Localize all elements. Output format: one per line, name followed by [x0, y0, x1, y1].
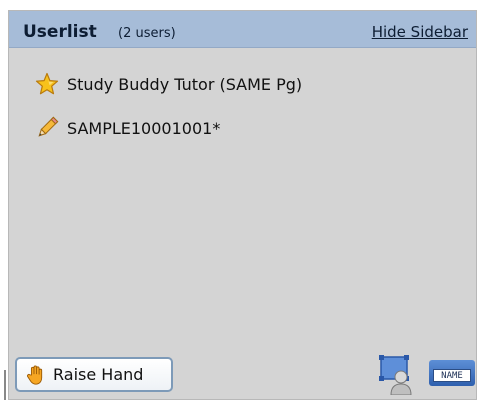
userlist-title: Userlist: [23, 22, 97, 42]
window-edge: [4, 370, 6, 400]
user-name: Study Buddy Tutor (SAME Pg): [67, 74, 303, 94]
user-name: SAMPLE10001001*: [67, 118, 221, 138]
name-tag-label: NAME: [433, 369, 471, 382]
user-list-item[interactable]: Study Buddy Tutor (SAME Pg): [35, 71, 302, 97]
user-count: (2 users): [118, 26, 176, 41]
name-tag-icon[interactable]: NAME: [429, 360, 475, 386]
hide-sidebar-link[interactable]: Hide Sidebar: [372, 23, 468, 41]
raise-hand-button[interactable]: Raise Hand: [15, 357, 173, 392]
hand-icon: [27, 365, 43, 385]
userlist-sidebar: Userlist (2 users) Hide Sidebar Study Bu…: [8, 10, 477, 400]
pencil-icon: [38, 116, 59, 137]
user-list-item[interactable]: SAMPLE10001001*: [35, 115, 220, 141]
raise-hand-label: Raise Hand: [53, 365, 144, 384]
userlist-header: Userlist (2 users) Hide Sidebar: [9, 11, 476, 48]
star-icon: [35, 72, 59, 95]
webcam-user-icon[interactable]: [379, 355, 413, 395]
